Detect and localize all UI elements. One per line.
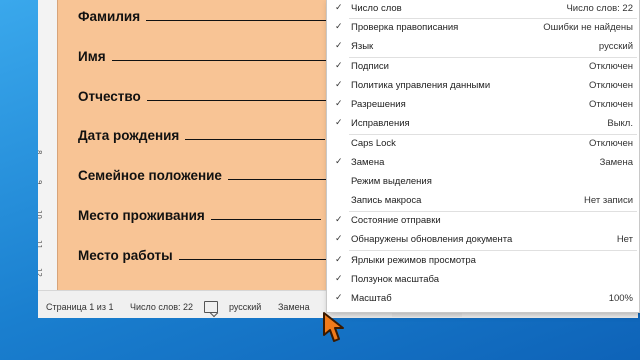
menu-item-zoom[interactable]: ✓ Масштаб 100%: [327, 290, 639, 309]
menu-item-signatures[interactable]: ✓ Подписи Отключен: [327, 58, 639, 77]
form-field-residence: Место проживания: [78, 207, 321, 223]
status-track-changes[interactable]: Замена: [278, 302, 310, 312]
form-field-patronymic: Отчество: [78, 88, 327, 104]
mouse-pointer-icon: [323, 312, 344, 342]
ruler-number: 11: [38, 240, 43, 249]
checkmark-icon: ✓: [335, 274, 343, 284]
field-label: Место проживания: [78, 208, 205, 223]
fill-line: [210, 207, 321, 220]
status-page-count[interactable]: Страница 1 из 1: [46, 302, 113, 312]
checkmark-icon: ✓: [335, 61, 343, 71]
menu-item-data-policy[interactable]: ✓ Политика управления данными Отключен: [327, 77, 639, 96]
checkmark-icon: ✓: [335, 157, 343, 167]
form-field-marital-status: Семейное положение: [78, 167, 328, 183]
ruler-number: 9: [38, 180, 43, 184]
fill-line: [146, 8, 327, 21]
form-field-name: Имя: [78, 48, 327, 64]
status-language[interactable]: русский: [229, 302, 261, 312]
menu-item-document-updates[interactable]: ✓ Обнаружены обновления документа Нет: [327, 231, 639, 250]
menu-item-upload-status[interactable]: ✓ Состояние отправки: [327, 212, 639, 231]
checkmark-icon: ✓: [335, 234, 343, 244]
checkmark-icon: ✓: [335, 255, 343, 265]
menu-item-selection-mode[interactable]: Режим выделения: [327, 173, 639, 192]
menu-item-macro-recording[interactable]: Запись макроса Нет записи: [327, 192, 639, 211]
checkmark-icon: ✓: [335, 41, 343, 51]
document-page[interactable]: Фамилия Имя Отчество Дата рождения Семей…: [58, 0, 348, 290]
fill-line: [227, 167, 328, 180]
checkmark-icon: ✓: [335, 293, 343, 303]
field-label: Дата рождения: [78, 128, 180, 143]
checkmark-icon: ✓: [335, 99, 343, 109]
menu-item-language[interactable]: ✓ Язык русский: [327, 38, 639, 57]
fill-line: [185, 127, 326, 140]
checkmark-icon: ✓: [335, 80, 343, 90]
menu-separator: [349, 250, 637, 251]
menu-item-view-shortcuts[interactable]: ✓ Ярлыки режимов просмотра: [327, 252, 639, 271]
field-label: Отчество: [78, 89, 141, 104]
field-label: Место работы: [78, 248, 173, 263]
menu-item-caps-lock[interactable]: Caps Lock Отключен: [327, 135, 639, 154]
fill-line: [111, 48, 327, 61]
menu-item-permissions[interactable]: ✓ Разрешения Отключен: [327, 96, 639, 115]
menu-item-word-count[interactable]: ✓ Число слов Число слов: 22: [327, 0, 639, 19]
menu-item-overtype[interactable]: ✓ Замена Замена: [327, 154, 639, 173]
ruler-number: 8: [38, 150, 43, 154]
field-label: Имя: [78, 49, 106, 64]
form-field-birthdate: Дата рождения: [78, 127, 326, 143]
field-label: Семейное положение: [78, 168, 222, 183]
checkmark-icon: ✓: [335, 22, 343, 32]
status-word-count[interactable]: Число слов: 22: [130, 302, 193, 312]
menu-item-zoom-slider[interactable]: ✓ Ползунок масштаба: [327, 271, 639, 290]
field-label: Фамилия: [78, 9, 141, 24]
ruler-number: 10: [38, 210, 43, 219]
menu-item-track-changes[interactable]: ✓ Исправления Выкл.: [327, 115, 639, 134]
fill-line: [178, 247, 329, 260]
menu-item-spelling[interactable]: ✓ Проверка правописания Ошибки не найден…: [327, 19, 639, 38]
checkmark-icon: ✓: [335, 118, 343, 128]
form-field-surname: Фамилия: [78, 8, 327, 24]
form-field-workplace: Место работы: [78, 247, 329, 263]
ruler-number: 12: [38, 268, 43, 277]
checkmark-icon: ✓: [335, 215, 343, 225]
fill-line: [146, 88, 327, 101]
vertical-ruler: 8 9 10 11 12: [38, 0, 58, 290]
status-bar-context-menu: ✓ Число слов Число слов: 22 ✓ Проверка п…: [326, 0, 640, 313]
proofing-book-icon[interactable]: [204, 301, 218, 313]
checkmark-icon: ✓: [335, 3, 343, 13]
